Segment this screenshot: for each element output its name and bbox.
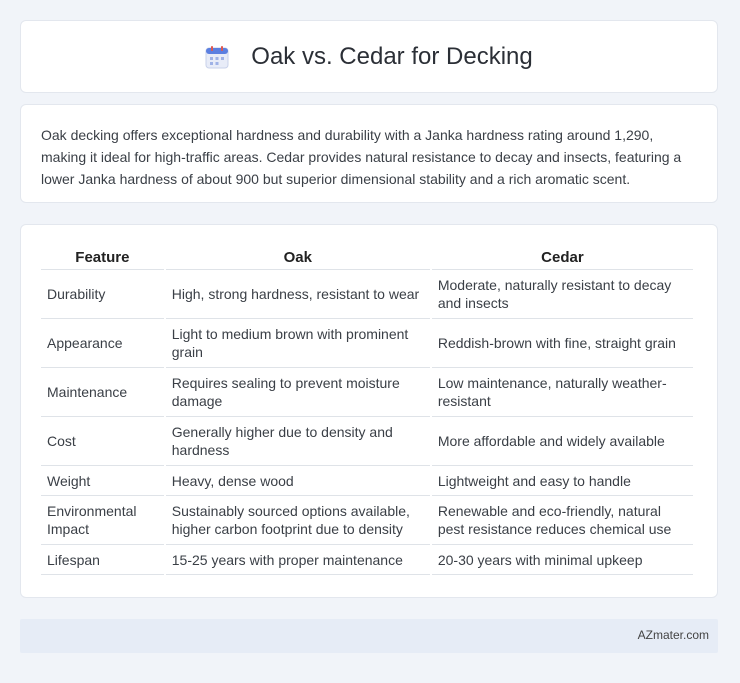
oak-cell: Generally higher due to density and hard… (165, 417, 430, 466)
intro-card: Oak decking offers exceptional hardness … (20, 104, 718, 203)
oak-cell: Requires sealing to prevent moisture dam… (165, 368, 430, 417)
feature-cell: Appearance (41, 319, 164, 368)
table-row: Appearance Light to medium brown with pr… (41, 319, 693, 368)
column-header-feature: Feature (41, 247, 164, 270)
cedar-cell: Renewable and eco-friendly, natural pest… (431, 496, 693, 545)
oak-cell: High, strong hardness, resistant to wear (165, 270, 430, 319)
cedar-cell: 20-30 years with minimal upkeep (431, 545, 693, 575)
footer-bar: AZmater.com (20, 619, 718, 653)
oak-cell: Light to medium brown with prominent gra… (165, 319, 430, 368)
cedar-cell: Low maintenance, naturally weather-resis… (431, 368, 693, 417)
column-header-cedar: Cedar (431, 247, 693, 270)
cedar-cell: Reddish-brown with fine, straight grain (431, 319, 693, 368)
intro-text: Oak decking offers exceptional hardness … (41, 127, 682, 187)
cedar-cell: Lightweight and easy to handle (431, 466, 693, 496)
comparison-table-card: Feature Oak Cedar Durability High, stron… (20, 224, 718, 598)
table-row: Weight Heavy, dense wood Lightweight and… (41, 466, 693, 496)
feature-cell: Durability (41, 270, 164, 319)
column-header-oak: Oak (165, 247, 430, 270)
table-row: Durability High, strong hardness, resist… (41, 270, 693, 319)
feature-cell: Maintenance (41, 368, 164, 417)
page-title: Oak vs. Cedar for Decking (251, 42, 533, 70)
table-header-row: Feature Oak Cedar (41, 247, 693, 270)
comparison-table: Feature Oak Cedar Durability High, stron… (39, 247, 695, 575)
feature-cell: Lifespan (41, 545, 164, 575)
footer-brand-link[interactable]: AZmater.com (638, 628, 709, 642)
oak-cell: Heavy, dense wood (165, 466, 430, 496)
table-row: Lifespan 15-25 years with proper mainten… (41, 545, 693, 575)
cedar-cell: Moderate, naturally resistant to decay a… (431, 270, 693, 319)
feature-cell: Environmental Impact (41, 496, 164, 545)
table-row: Maintenance Requires sealing to prevent … (41, 368, 693, 417)
oak-cell: 15-25 years with proper maintenance (165, 545, 430, 575)
table-row: Cost Generally higher due to density and… (41, 417, 693, 466)
oak-cell: Sustainably sourced options available, h… (165, 496, 430, 545)
title-card: Oak vs. Cedar for Decking (20, 20, 718, 93)
cedar-cell: More affordable and widely available (431, 417, 693, 466)
calendar-icon (205, 45, 229, 69)
table-row: Environmental Impact Sustainably sourced… (41, 496, 693, 545)
feature-cell: Weight (41, 466, 164, 496)
feature-cell: Cost (41, 417, 164, 466)
